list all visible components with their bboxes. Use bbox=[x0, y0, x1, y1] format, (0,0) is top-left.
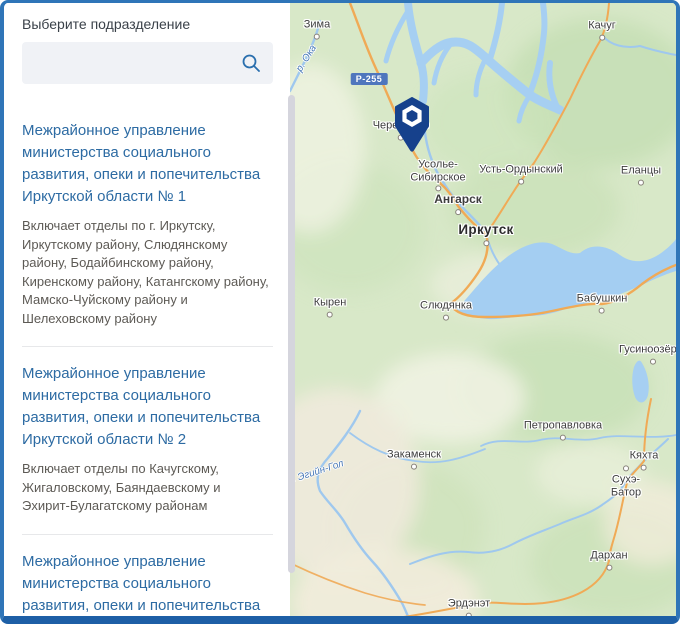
department-description: Включает отделы по г. Иркутску, Иркутско… bbox=[22, 217, 269, 328]
search-input[interactable] bbox=[22, 42, 273, 84]
department-link[interactable]: Межрайонное управление министерства соци… bbox=[22, 363, 269, 451]
map-canvas bbox=[290, 3, 676, 616]
department-link[interactable]: Межрайонное управление министерства соци… bbox=[22, 120, 269, 208]
map-marker[interactable] bbox=[392, 97, 432, 153]
search-icon[interactable] bbox=[241, 53, 261, 73]
panel-title: Выберите подразделение bbox=[22, 16, 273, 32]
department-list: Межрайонное управление министерства соци… bbox=[22, 104, 273, 616]
department-description: Включает отделы по Качугскому, Жигаловск… bbox=[22, 460, 269, 516]
department-panel: Выберите подразделение Межрайонное управ… bbox=[4, 3, 287, 616]
department-item-3[interactable]: Межрайонное управление министерства соци… bbox=[22, 535, 273, 617]
search-box bbox=[22, 42, 273, 84]
department-item-1[interactable]: Межрайонное управление министерства соци… bbox=[22, 104, 273, 347]
map[interactable]: Зима Качуг Черемхово Усолье- Сибирское У… bbox=[290, 3, 676, 616]
panel-scrollbar[interactable] bbox=[288, 95, 295, 573]
department-link[interactable]: Межрайонное управление министерства соци… bbox=[22, 551, 269, 617]
widget-frame: Выберите подразделение Межрайонное управ… bbox=[0, 0, 680, 624]
road-badge-r255: Р-255 bbox=[351, 73, 388, 85]
department-item-2[interactable]: Межрайонное управление министерства соци… bbox=[22, 347, 273, 535]
